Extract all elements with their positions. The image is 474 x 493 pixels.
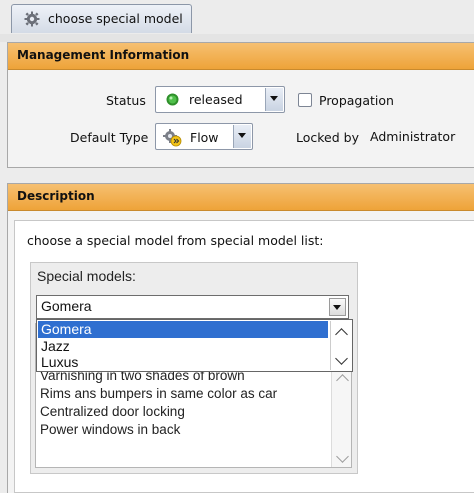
special-models-dropdown[interactable]: Gomera (36, 295, 349, 319)
flow-gear-icon (163, 129, 182, 147)
popup-scroll-up-icon[interactable] (335, 328, 348, 341)
default-type-dropdown-arrow[interactable] (233, 125, 251, 148)
locked-by-value: Administrator (370, 129, 456, 144)
locked-by-label: Locked by (296, 130, 359, 145)
tab-separator (0, 34, 474, 42)
status-released-icon (166, 93, 179, 106)
propagation-label: Propagation (319, 93, 394, 108)
management-information-header[interactable]: Management Information (8, 43, 474, 70)
dropdown-option-luxus[interactable]: Luxus (38, 355, 328, 371)
status-dropdown[interactable]: released (155, 86, 285, 113)
gear-icon (24, 11, 40, 27)
status-label: Status (106, 93, 146, 108)
scroll-down-icon[interactable] (336, 450, 349, 463)
description-title: Description (17, 189, 95, 203)
special-models-dropdown-arrow[interactable] (329, 298, 346, 316)
tab-choose-special-model[interactable]: choose special model (11, 4, 192, 33)
popup-scrollbar[interactable] (330, 321, 351, 370)
description-prompt: choose a special model from special mode… (27, 233, 324, 248)
default-type-label: Default Type (70, 130, 149, 145)
management-information-title: Management Information (17, 48, 190, 62)
special-models-popup: Gomera Jazz Luxus (36, 319, 353, 372)
popup-scroll-down-icon[interactable] (335, 352, 348, 365)
list-item: Power windows in back (40, 422, 181, 437)
propagation-checkbox[interactable] (298, 93, 312, 107)
dropdown-option-gomera[interactable]: Gomera (38, 321, 328, 338)
special-models-label: Special models: (37, 268, 136, 284)
status-dropdown-arrow[interactable] (265, 88, 283, 111)
default-type-dropdown[interactable]: Flow (155, 123, 253, 150)
dropdown-option-jazz[interactable]: Jazz (38, 338, 328, 355)
default-type-value: Flow (190, 130, 219, 145)
list-item: Rims ans bumpers in same color as car (40, 386, 278, 401)
scroll-up-icon[interactable] (336, 374, 349, 387)
status-value: released (189, 92, 243, 107)
description-header[interactable]: Description (8, 184, 474, 211)
selected-model: Gomera (41, 298, 92, 314)
tab-label: choose special model (48, 11, 183, 26)
list-item: Centralized door locking (40, 404, 185, 419)
